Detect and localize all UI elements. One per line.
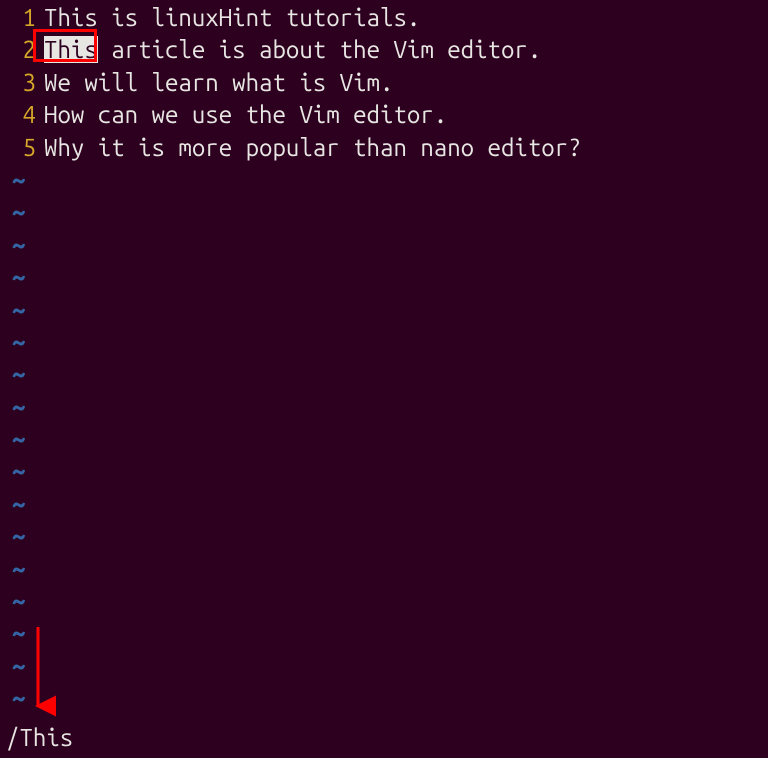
empty-line-tilde: ~ [6, 682, 762, 714]
editor-buffer[interactable]: 1 This is linuxHint tutorials. 2 This ar… [0, 0, 768, 715]
line-number: 4 [6, 99, 36, 131]
empty-line-tilde: ~ [6, 164, 762, 196]
line-number: 1 [6, 2, 36, 34]
empty-line-tilde: ~ [6, 488, 762, 520]
empty-line-tilde: ~ [6, 229, 762, 261]
search-match-cursor: This [44, 36, 98, 63]
empty-line-tilde: ~ [6, 585, 762, 617]
buffer-line: 3 We will learn what is Vim. [6, 67, 762, 99]
line-text: This article is about the Vim editor. [44, 34, 541, 66]
empty-line-tilde: ~ [6, 455, 762, 487]
line-number: 5 [6, 132, 36, 164]
empty-line-tilde: ~ [6, 358, 762, 390]
empty-line-tilde: ~ [6, 650, 762, 682]
line-text: Why it is more popular than nano editor? [44, 132, 582, 164]
line-text: How can we use the Vim editor. [44, 99, 447, 131]
empty-line-tilde: ~ [6, 196, 762, 228]
empty-line-tilde: ~ [6, 423, 762, 455]
empty-line-tilde: ~ [6, 617, 762, 649]
empty-line-tilde: ~ [6, 520, 762, 552]
buffer-line: 2 This article is about the Vim editor. [6, 34, 762, 66]
empty-line-tilde: ~ [6, 261, 762, 293]
buffer-line: 1 This is linuxHint tutorials. [6, 2, 762, 34]
line-text: We will learn what is Vim. [44, 67, 393, 99]
buffer-line: 5 Why it is more popular than nano edito… [6, 132, 762, 164]
command-line[interactable]: /This [6, 722, 73, 754]
buffer-line: 4 How can we use the Vim editor. [6, 99, 762, 131]
line-text: This is linuxHint tutorials. [44, 2, 420, 34]
empty-line-tilde: ~ [6, 294, 762, 326]
empty-line-tilde: ~ [6, 326, 762, 358]
line-number: 2 [6, 34, 36, 66]
empty-line-tilde: ~ [6, 391, 762, 423]
empty-line-tilde: ~ [6, 553, 762, 585]
line-number: 3 [6, 67, 36, 99]
